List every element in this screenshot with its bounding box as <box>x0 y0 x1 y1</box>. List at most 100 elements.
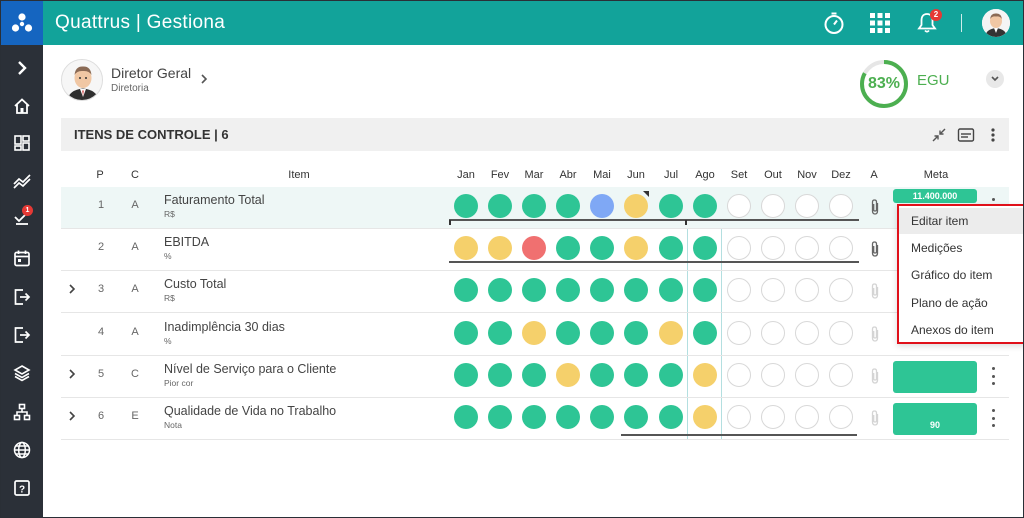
status-dot-green[interactable] <box>556 405 580 429</box>
org-chart-icon[interactable] <box>10 400 34 424</box>
menu-item-attachments[interactable]: Anexos do item <box>899 317 1023 343</box>
status-dot-green[interactable] <box>454 321 478 345</box>
table-row[interactable]: 2 A EBITDA% <box>61 229 1009 271</box>
status-dot-empty[interactable] <box>761 236 785 260</box>
status-dot-empty[interactable] <box>727 405 751 429</box>
status-dot-green[interactable] <box>488 278 512 302</box>
status-dot-green[interactable] <box>488 194 512 218</box>
chevron-right-icon[interactable] <box>200 73 208 88</box>
expand-button[interactable] <box>986 70 1004 88</box>
collapse-icon[interactable] <box>929 125 949 145</box>
chevron-right-icon[interactable] <box>68 410 76 425</box>
status-dot-green[interactable] <box>556 194 580 218</box>
status-dot-empty[interactable] <box>829 363 853 387</box>
table-row[interactable]: 5 C Nível de Serviço para o Cliente Pior co… <box>61 356 1009 398</box>
table-row[interactable]: 6 E Qualidade de Vida no Trabalho Nota 90 <box>61 398 1009 440</box>
status-dot-empty[interactable] <box>727 363 751 387</box>
table-row[interactable]: 3 A Custo Total R$ <box>61 271 1009 313</box>
status-dot-green[interactable] <box>522 194 546 218</box>
menu-item-measurements[interactable]: Medições <box>899 235 1023 261</box>
chevron-right-icon[interactable] <box>68 283 76 298</box>
status-dot-yellow[interactable] <box>693 405 717 429</box>
item-name[interactable]: Qualidade de Vida no Trabalho <box>164 404 336 418</box>
status-dot-green[interactable] <box>488 363 512 387</box>
status-dot-yellow[interactable] <box>624 194 648 218</box>
status-dot-green[interactable] <box>590 236 614 260</box>
status-dot-green[interactable] <box>522 405 546 429</box>
status-dot-yellow[interactable] <box>624 236 648 260</box>
status-dot-green[interactable] <box>454 363 478 387</box>
layers-icon[interactable] <box>10 361 34 385</box>
more-options-icon[interactable] <box>987 367 999 385</box>
status-dot-green[interactable] <box>624 405 648 429</box>
status-dot-empty[interactable] <box>829 405 853 429</box>
menu-item-action-plan[interactable]: Plano de ação <box>899 290 1023 316</box>
user-avatar[interactable] <box>61 59 103 101</box>
status-dot-empty[interactable] <box>795 321 819 345</box>
stopwatch-icon[interactable] <box>821 10 847 36</box>
status-dot-empty[interactable] <box>761 363 785 387</box>
trend-icon[interactable] <box>10 169 34 193</box>
status-dot-empty[interactable] <box>829 278 853 302</box>
menu-item-chart[interactable]: Gráfico do item <box>899 262 1023 288</box>
status-dot-empty[interactable] <box>795 405 819 429</box>
status-dot-green[interactable] <box>693 236 717 260</box>
status-dot-green[interactable] <box>624 363 648 387</box>
item-name[interactable]: Inadimplência 30 dias <box>164 320 285 334</box>
avatar[interactable] <box>982 9 1010 37</box>
status-dot-empty[interactable] <box>727 194 751 218</box>
paperclip-icon[interactable] <box>869 325 881 348</box>
status-dot-green[interactable] <box>693 278 717 302</box>
card-view-icon[interactable] <box>956 125 976 145</box>
status-dot-green[interactable] <box>693 194 717 218</box>
item-name[interactable]: EBITDA <box>164 235 209 249</box>
status-dot-green[interactable] <box>590 278 614 302</box>
status-dot-green[interactable] <box>522 278 546 302</box>
status-dot-empty[interactable] <box>761 278 785 302</box>
chevron-right-icon[interactable] <box>68 368 76 383</box>
status-dot-red[interactable] <box>522 236 546 260</box>
status-dot-empty[interactable] <box>795 278 819 302</box>
status-dot-green[interactable] <box>454 405 478 429</box>
notifications-bell[interactable]: 2 <box>914 9 942 36</box>
item-name[interactable]: Faturamento Total <box>164 193 265 207</box>
status-dot-green[interactable] <box>522 363 546 387</box>
export-icon[interactable] <box>10 285 34 309</box>
home-icon[interactable] <box>10 94 34 118</box>
status-dot-empty[interactable] <box>829 236 853 260</box>
status-dot-green[interactable] <box>659 278 683 302</box>
status-dot-green[interactable] <box>590 405 614 429</box>
help-icon[interactable]: ? <box>10 476 34 500</box>
status-dot-empty[interactable] <box>761 194 785 218</box>
status-dot-empty[interactable] <box>727 321 751 345</box>
dashboard-icon[interactable] <box>10 131 34 155</box>
paperclip-icon[interactable] <box>869 240 881 263</box>
status-dot-green[interactable] <box>659 194 683 218</box>
status-dot-green[interactable] <box>624 278 648 302</box>
status-dot-green[interactable] <box>454 194 478 218</box>
item-name[interactable]: Custo Total <box>164 277 226 291</box>
apps-grid-icon[interactable] <box>867 10 893 36</box>
app-logo[interactable] <box>1 1 43 45</box>
status-dot-empty[interactable] <box>795 236 819 260</box>
paperclip-icon[interactable] <box>869 409 881 432</box>
status-dot-empty[interactable] <box>727 236 751 260</box>
menu-item-edit[interactable]: Editar item <box>899 208 1023 234</box>
status-dot-green[interactable] <box>590 363 614 387</box>
paperclip-icon[interactable] <box>869 282 881 305</box>
tasks-icon[interactable]: 1 <box>10 205 34 229</box>
status-dot-yellow[interactable] <box>693 363 717 387</box>
status-dot-yellow[interactable] <box>556 363 580 387</box>
more-options-icon[interactable] <box>983 125 1003 145</box>
status-dot-green[interactable] <box>556 321 580 345</box>
status-dot-green[interactable] <box>454 278 478 302</box>
item-name[interactable]: Nível de Serviço para o Cliente <box>164 362 336 376</box>
chevron-right-icon[interactable] <box>10 56 34 80</box>
status-dot-green[interactable] <box>624 321 648 345</box>
status-dot-yellow[interactable] <box>488 236 512 260</box>
calendar-icon[interactable] <box>10 246 34 270</box>
paperclip-icon[interactable] <box>869 367 881 390</box>
status-dot-blue[interactable] <box>590 194 614 218</box>
status-dot-green[interactable] <box>488 321 512 345</box>
more-options-icon[interactable] <box>987 409 999 427</box>
